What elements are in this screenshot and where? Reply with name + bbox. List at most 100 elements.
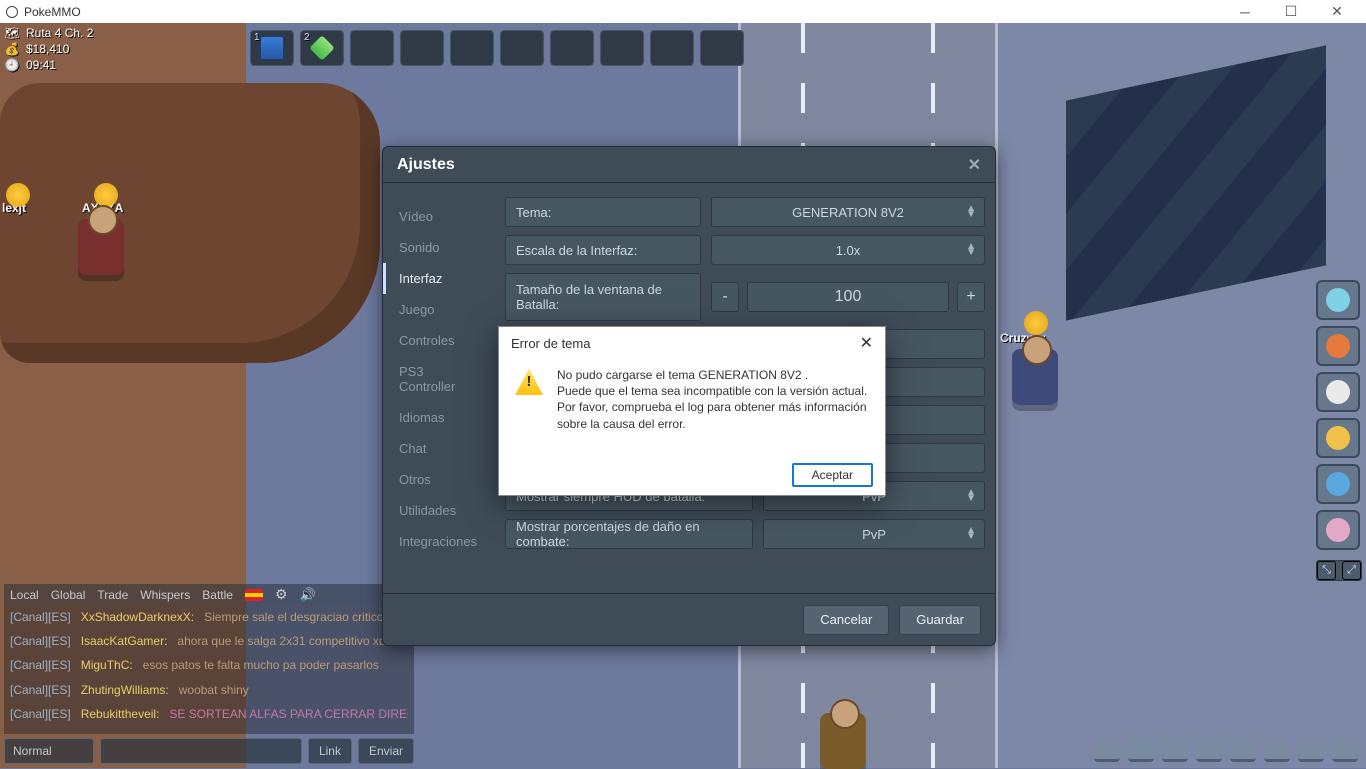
warning-icon bbox=[515, 369, 543, 395]
settings-title: Ajustes bbox=[397, 156, 455, 174]
hotbar-slot-2[interactable]: 2 bbox=[300, 30, 344, 66]
hotbar-slot[interactable] bbox=[700, 30, 744, 66]
hotbar-slot[interactable] bbox=[550, 30, 594, 66]
chat-tab-local[interactable]: Local bbox=[10, 588, 39, 602]
tray-dex-icon[interactable] bbox=[1128, 740, 1154, 762]
companion-sprite bbox=[1024, 311, 1048, 335]
rocks-decor bbox=[0, 83, 380, 363]
chat-channel-select[interactable]: Normal bbox=[4, 738, 94, 764]
chat-tab-whispers[interactable]: Whispers bbox=[140, 588, 190, 602]
settings-sidebar: VídeoSonidoInterfazJuegoControlesPS3 Con… bbox=[383, 183, 495, 593]
companion-sprite bbox=[6, 183, 30, 207]
modal-title: Error de tema bbox=[511, 336, 590, 351]
tray-trainer-icon[interactable] bbox=[1230, 740, 1256, 762]
modal-accept-button[interactable]: Aceptar bbox=[792, 463, 873, 487]
hud-panel: 🗺Ruta 4 Ch. 2 💰$18,410 🕘09:41 bbox=[4, 26, 93, 74]
tray-social-icon[interactable] bbox=[1264, 740, 1290, 762]
hotbar-slot[interactable] bbox=[450, 30, 494, 66]
save-button[interactable]: Guardar bbox=[899, 605, 981, 635]
stepper-plus-button[interactable]: + bbox=[957, 282, 985, 312]
chat-link-button[interactable]: Link bbox=[308, 738, 352, 764]
gem-icon bbox=[309, 35, 334, 60]
modal-message: No pudo cargarse el tema GENERATION 8V2 … bbox=[557, 367, 869, 447]
chat-sound-icon[interactable] bbox=[300, 587, 316, 603]
chat-message: [Canal][ES] IsaacKatGamer: ahora que le … bbox=[10, 633, 408, 649]
money-icon: 💰 bbox=[4, 42, 20, 56]
settings-category-utilidades[interactable]: Utilidades bbox=[383, 495, 495, 526]
chat-message: [Canal][ES] XxShadowDarknexX: Siempre sa… bbox=[10, 609, 408, 625]
chat-tab-battle[interactable]: Battle bbox=[202, 588, 233, 602]
party-expand-button[interactable]: ⤢ bbox=[1342, 561, 1361, 580]
settings-category-controles[interactable]: Controles bbox=[383, 325, 495, 356]
bottom-tray bbox=[1094, 740, 1358, 762]
chat-tab-global[interactable]: Global bbox=[51, 588, 86, 602]
settings-category-chat[interactable]: Chat bbox=[383, 433, 495, 464]
settings-category-ps3-controller[interactable]: PS3 Controller bbox=[383, 356, 495, 402]
tray-ball-icon[interactable] bbox=[1196, 740, 1222, 762]
chat-tab-trade[interactable]: Trade bbox=[97, 588, 128, 602]
settings-close-button[interactable]: ✕ bbox=[968, 155, 981, 175]
map-icon: 🗺 bbox=[4, 26, 20, 40]
npc-sprite[interactable] bbox=[820, 713, 866, 769]
player-sprite[interactable] bbox=[78, 219, 124, 275]
settings-category-sonido[interactable]: Sonido bbox=[383, 232, 495, 263]
steel-pipes-decor bbox=[1066, 45, 1326, 320]
chat-message: [Canal][ES] ZhutingWilliams: woobat shin… bbox=[10, 682, 408, 698]
hotbar-slot[interactable] bbox=[600, 30, 644, 66]
settings-category-integraciones[interactable]: Integraciones bbox=[383, 526, 495, 557]
error-modal: Error de tema ✕ No pudo cargarse el tema… bbox=[498, 326, 886, 496]
setting-dropdown-damage-pct[interactable]: PvP▲▼ bbox=[763, 519, 985, 549]
settings-category-vídeo[interactable]: Vídeo bbox=[383, 201, 495, 232]
stepper-minus-button[interactable]: - bbox=[711, 282, 739, 312]
settings-category-idiomas[interactable]: Idiomas bbox=[383, 402, 495, 433]
chat-settings-icon[interactable] bbox=[275, 586, 288, 603]
player-sprite[interactable] bbox=[1012, 349, 1058, 405]
party-slot[interactable] bbox=[1316, 464, 1360, 504]
settings-category-otros[interactable]: Otros bbox=[383, 464, 495, 495]
chat-message: [Canal][ES] Rebukittheveil: SE SORTEAN A… bbox=[10, 706, 408, 722]
setting-label-scale: Escala de la Interfaz: bbox=[505, 235, 701, 265]
tray-box-icon[interactable] bbox=[1162, 740, 1188, 762]
tray-bag-icon[interactable] bbox=[1094, 740, 1120, 762]
book-icon bbox=[260, 36, 284, 60]
hotbar-slot[interactable] bbox=[650, 30, 694, 66]
party-slot[interactable] bbox=[1316, 510, 1360, 550]
window-maximize-button[interactable]: ☐ bbox=[1268, 0, 1314, 23]
app-title: PokeMMO bbox=[24, 5, 81, 19]
chat-message: [Canal][ES] MiguThC: esos patos te falta… bbox=[10, 657, 408, 673]
settings-category-interfaz[interactable]: Interfaz bbox=[383, 263, 495, 294]
hud-location: Ruta 4 Ch. 2 bbox=[26, 26, 93, 40]
app-icon bbox=[6, 6, 18, 18]
party-slot[interactable] bbox=[1316, 280, 1360, 320]
cancel-button[interactable]: Cancelar bbox=[803, 605, 889, 635]
chat-tabs: Local Global Trade Whispers Battle bbox=[4, 584, 414, 605]
hotbar-slot[interactable] bbox=[350, 30, 394, 66]
hud-time: 09:41 bbox=[26, 58, 56, 72]
modal-close-button[interactable]: ✕ bbox=[860, 333, 873, 353]
window-close-button[interactable]: ✕ bbox=[1314, 0, 1360, 23]
setting-dropdown-scale[interactable]: 1.0x▲▼ bbox=[711, 235, 985, 265]
chat-send-button[interactable]: Enviar bbox=[358, 738, 414, 764]
clock-icon: 🕘 bbox=[4, 58, 20, 72]
tray-settings-icon[interactable] bbox=[1332, 740, 1358, 762]
chat-input[interactable] bbox=[100, 738, 302, 764]
party-slot[interactable] bbox=[1316, 372, 1360, 412]
chat-panel: Local Global Trade Whispers Battle [Cana… bbox=[4, 584, 414, 764]
hotbar-slot[interactable] bbox=[400, 30, 444, 66]
language-flag-icon[interactable] bbox=[245, 589, 263, 601]
chat-log[interactable]: [Canal][ES] XxShadowDarknexX: Siempre sa… bbox=[4, 605, 414, 734]
settings-category-juego[interactable]: Juego bbox=[383, 294, 495, 325]
setting-dropdown-theme[interactable]: GENERATION 8V2▲▼ bbox=[711, 197, 985, 227]
party-slot[interactable] bbox=[1316, 418, 1360, 458]
tray-mail-icon[interactable] bbox=[1298, 740, 1324, 762]
window-minimize-button[interactable]: ─ bbox=[1222, 0, 1268, 23]
hotbar-slot[interactable] bbox=[500, 30, 544, 66]
hotbar: 1 2 bbox=[250, 30, 744, 66]
party-sidebar: ⤡ ⤢ bbox=[1316, 280, 1362, 581]
party-collapse-button[interactable]: ⤡ bbox=[1317, 561, 1336, 580]
companion-sprite bbox=[94, 183, 118, 207]
party-slot[interactable] bbox=[1316, 326, 1360, 366]
stepper-value[interactable]: 100 bbox=[747, 282, 949, 312]
hotbar-slot-1[interactable]: 1 bbox=[250, 30, 294, 66]
setting-label-theme: Tema: bbox=[505, 197, 701, 227]
